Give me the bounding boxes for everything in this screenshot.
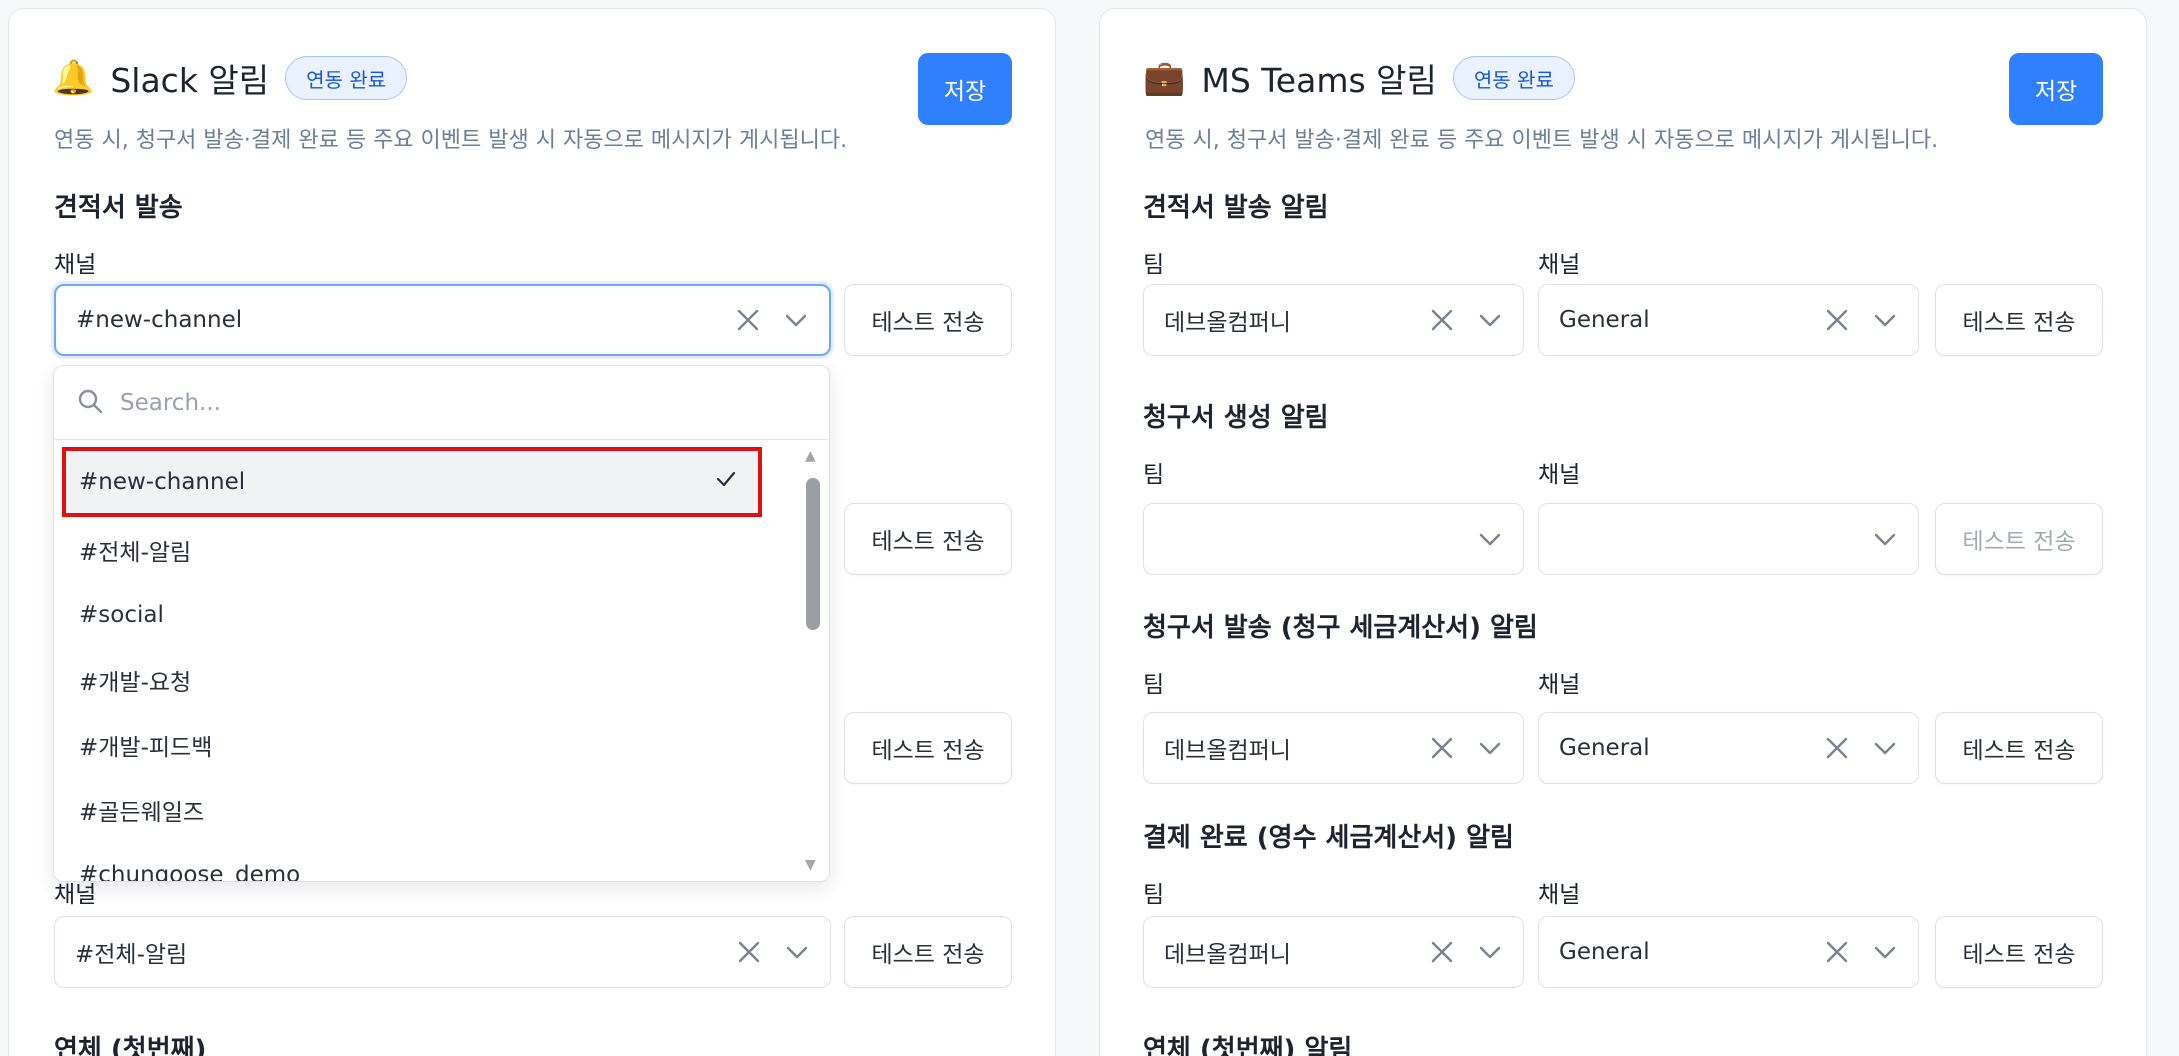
- clear-icon[interactable]: [1429, 939, 1455, 965]
- chevron-down-icon[interactable]: [1872, 939, 1898, 965]
- teams-test-button-disabled[interactable]: 테스트 전송: [1935, 503, 2103, 575]
- select-value: #전체-알림: [75, 942, 188, 968]
- teams-section-title: 결제 완료 (영수 세금계산서) 알림: [1143, 823, 1514, 853]
- clear-icon[interactable]: [1824, 307, 1850, 333]
- chevron-down-icon[interactable]: [1477, 526, 1503, 552]
- select-value: 데브올컴퍼니: [1164, 942, 1291, 968]
- chevron-down-icon[interactable]: [1872, 735, 1898, 761]
- search-input[interactable]: [120, 389, 720, 416]
- channel-select[interactable]: General: [1538, 916, 1919, 988]
- slack-card-description: 연동 시, 청구서 발송·결제 완료 등 주요 이벤트 발생 시 자동으로 메시…: [54, 128, 848, 153]
- dropdown-scrollbar[interactable]: ▲ ▼: [803, 448, 823, 873]
- slack-section3-test-button[interactable]: 테스트 전송: [844, 712, 1012, 784]
- option-label: #골든웨일즈: [79, 799, 205, 826]
- teams-section-title: 청구서 발송 (청구 세금계산서) 알림: [1143, 613, 1538, 643]
- option-label: #개발-피드백: [79, 734, 213, 761]
- slack-section-estimate-title: 견적서 발송: [54, 193, 183, 223]
- team-label: 팀: [1143, 252, 1165, 278]
- channel-select[interactable]: General: [1538, 284, 1919, 356]
- option-label: #chungoose_demo: [79, 861, 301, 882]
- teams-section-title: 청구서 생성 알림: [1143, 403, 1329, 433]
- channel-dropdown: #new-channel #전체-알림 #social #개발-요청 #개발-피…: [53, 365, 830, 882]
- slack-estimate-test-button[interactable]: 테스트 전송: [844, 284, 1012, 356]
- teams-card-description: 연동 시, 청구서 발송·결제 완료 등 주요 이벤트 발생 시 자동으로 메시…: [1145, 128, 1939, 153]
- clear-icon[interactable]: [736, 939, 762, 965]
- teams-save-button[interactable]: 저장: [2009, 53, 2103, 125]
- check-icon: [714, 467, 738, 497]
- chevron-down-icon[interactable]: [1872, 526, 1898, 552]
- dropdown-options: #new-channel #전체-알림 #social #개발-요청 #개발-피…: [54, 441, 798, 882]
- option-label: #social: [79, 601, 164, 628]
- search-icon: [76, 387, 104, 419]
- teams-section-overdue-title: 연체 (첫번째) 알림: [1143, 1035, 1353, 1056]
- channel-label: 채널: [1538, 882, 1581, 908]
- chevron-down-icon[interactable]: [784, 939, 810, 965]
- chevron-down-icon[interactable]: [1477, 735, 1503, 761]
- dropdown-option[interactable]: #골든웨일즈: [54, 777, 798, 842]
- option-label: #전체-알림: [79, 539, 192, 566]
- select-value: General: [1559, 735, 1650, 761]
- slack-section-overdue-title: 연체 (첫번째): [54, 1035, 207, 1056]
- teams-test-button[interactable]: 테스트 전송: [1935, 712, 2103, 784]
- slack-section4-test-button[interactable]: 테스트 전송: [844, 916, 1012, 988]
- team-label: 팀: [1143, 672, 1165, 698]
- channel-label: 채널: [1538, 672, 1581, 698]
- select-value: 데브올컴퍼니: [1164, 310, 1291, 336]
- dropdown-option-selected[interactable]: #new-channel: [62, 447, 762, 517]
- select-value: General: [1559, 307, 1650, 333]
- dropdown-option[interactable]: #chungoose_demo: [54, 842, 798, 882]
- slack-estimate-channel-select[interactable]: #new-channel: [54, 284, 831, 356]
- slack-save-button[interactable]: 저장: [918, 53, 1012, 125]
- slack-card-title: Slack 알림: [110, 61, 270, 100]
- teams-section-title: 견적서 발송 알림: [1143, 193, 1329, 223]
- select-value: #new-channel: [76, 307, 243, 333]
- dropdown-option[interactable]: #개발-요청: [54, 647, 798, 712]
- slack-card-header: 🔔 Slack 알림 연동 완료: [52, 54, 408, 102]
- dropdown-option[interactable]: #social: [54, 582, 798, 647]
- dropdown-option[interactable]: #개발-피드백: [54, 712, 798, 777]
- teams-settings-card: 💼 MS Teams 알림 연동 완료 연동 시, 청구서 발송·결제 완료 등…: [1099, 8, 2147, 1056]
- teams-test-button[interactable]: 테스트 전송: [1935, 284, 2103, 356]
- clear-icon[interactable]: [1429, 307, 1455, 333]
- scroll-up-arrow-icon[interactable]: ▲: [805, 448, 816, 464]
- slack-section-estimate-channel-label: 채널: [54, 252, 97, 278]
- chevron-down-icon[interactable]: [1477, 939, 1503, 965]
- clear-icon[interactable]: [1824, 939, 1850, 965]
- clear-icon[interactable]: [1429, 735, 1455, 761]
- clear-icon[interactable]: [735, 307, 761, 333]
- chevron-down-icon[interactable]: [1872, 307, 1898, 333]
- team-label: 팀: [1143, 462, 1165, 488]
- bell-icon: 🔔: [52, 58, 95, 98]
- channel-label: 채널: [1538, 252, 1581, 278]
- select-value: General: [1559, 939, 1650, 965]
- scroll-down-arrow-icon[interactable]: ▼: [805, 857, 816, 873]
- dropdown-search: [54, 366, 829, 440]
- chevron-down-icon[interactable]: [1477, 307, 1503, 333]
- select-value: 데브올컴퍼니: [1164, 738, 1291, 764]
- team-select[interactable]: 데브올컴퍼니: [1143, 284, 1524, 356]
- channel-label: 채널: [1538, 462, 1581, 488]
- channel-select[interactable]: General: [1538, 712, 1919, 784]
- team-label: 팀: [1143, 882, 1165, 908]
- teams-status-badge: 연동 완료: [1452, 56, 1575, 100]
- team-select[interactable]: 데브올컴퍼니: [1143, 712, 1524, 784]
- clear-icon[interactable]: [1824, 735, 1850, 761]
- chevron-down-icon[interactable]: [783, 307, 809, 333]
- channel-select[interactable]: [1538, 503, 1919, 575]
- teams-card-title: MS Teams 알림: [1201, 61, 1437, 100]
- scroll-thumb[interactable]: [806, 478, 820, 630]
- option-label: #개발-요청: [79, 669, 192, 696]
- teams-card-header: 💼 MS Teams 알림 연동 완료: [1143, 54, 1575, 102]
- teams-test-button[interactable]: 테스트 전송: [1935, 916, 2103, 988]
- team-select[interactable]: [1143, 503, 1524, 575]
- slack-section4-channel-select[interactable]: #전체-알림: [54, 916, 831, 988]
- briefcase-icon: 💼: [1143, 58, 1186, 98]
- slack-section2-test-button[interactable]: 테스트 전송: [844, 503, 1012, 575]
- slack-status-badge: 연동 완료: [285, 56, 408, 100]
- team-select[interactable]: 데브올컴퍼니: [1143, 916, 1524, 988]
- dropdown-option[interactable]: #전체-알림: [54, 517, 798, 582]
- option-label: #new-channel: [79, 469, 246, 495]
